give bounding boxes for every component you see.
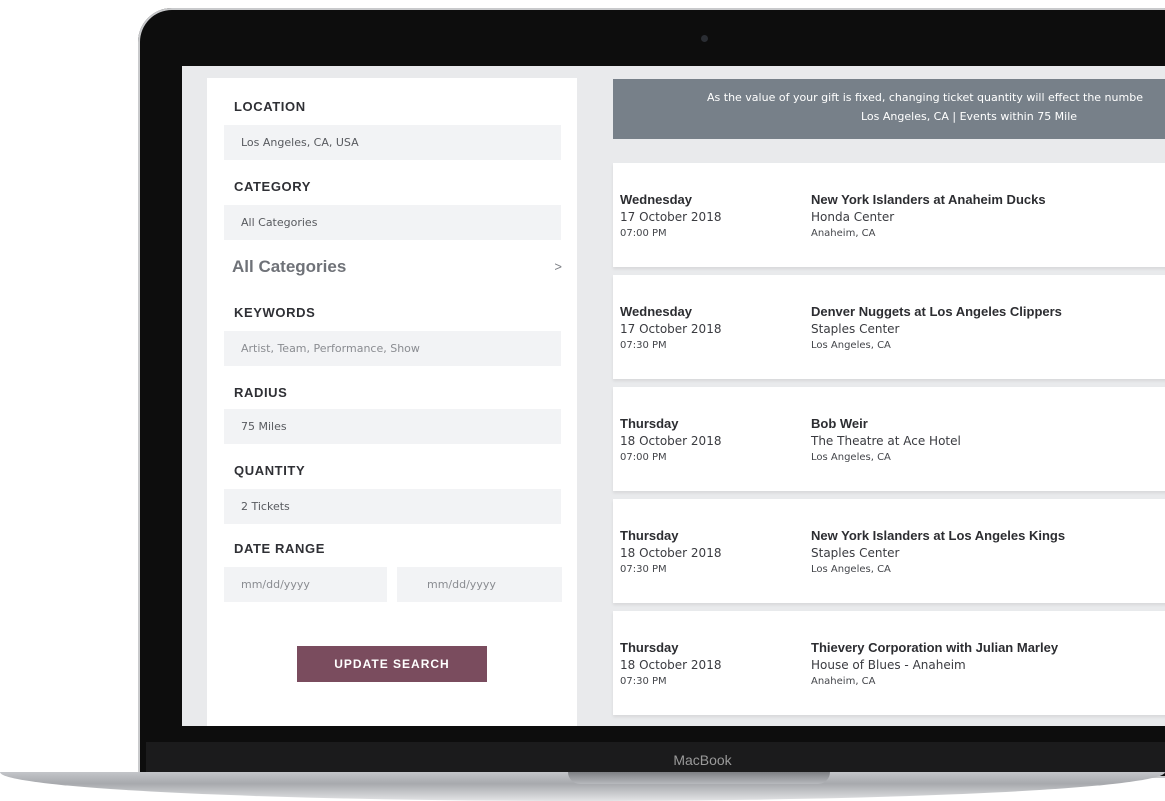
event-day: Thursday [620, 528, 679, 543]
event-city: Anaheim, CA [811, 676, 876, 687]
keywords-input[interactable]: Artist, Team, Performance, Show [224, 331, 561, 366]
banner-location-summary: Los Angeles, CA | Events within 75 Mile [861, 110, 1078, 123]
event-city: Anaheim, CA [811, 228, 876, 239]
all-categories-link[interactable]: All Categories > [232, 257, 562, 283]
event-time: 07:30 PM [620, 340, 667, 351]
info-banner: As the value of your gift is fixed, chan… [613, 79, 1165, 139]
event-time: 07:00 PM [620, 452, 667, 463]
event-name: New York Islanders at Anaheim Ducks [811, 192, 1046, 207]
keywords-label: KEYWORDS [234, 305, 316, 320]
location-field[interactable]: Los Angeles, CA, USA [224, 125, 561, 160]
event-card[interactable]: Thursday 18 October 2018 07:30 PM Thieve… [613, 611, 1165, 715]
event-card[interactable]: Wednesday 17 October 2018 07:00 PM New Y… [613, 163, 1165, 267]
laptop-chin [146, 742, 1165, 774]
all-categories-label: All Categories [232, 257, 347, 276]
device-brand-label: MacBook [673, 752, 732, 768]
event-time: 07:00 PM [620, 228, 667, 239]
event-card[interactable]: Wednesday 17 October 2018 07:30 PM Denve… [613, 275, 1165, 379]
event-name: New York Islanders at Los Angeles Kings [811, 528, 1066, 543]
event-date: 18 October 2018 [620, 434, 722, 448]
chevron-right-icon: > [554, 259, 562, 274]
quantity-label: QUANTITY [234, 463, 306, 478]
event-day: Thursday [620, 640, 679, 655]
radius-label: RADIUS [234, 385, 288, 400]
event-card[interactable]: Thursday 18 October 2018 07:00 PM Bob We… [613, 387, 1165, 491]
event-venue: House of Blues - Anaheim [811, 658, 966, 672]
event-time: 07:30 PM [620, 676, 667, 687]
event-city: Los Angeles, CA [811, 564, 891, 575]
event-date: 18 October 2018 [620, 546, 722, 560]
event-name: Thievery Corporation with Julian Marley [811, 640, 1059, 655]
event-city: Los Angeles, CA [811, 340, 891, 351]
event-day: Wednesday [620, 192, 693, 207]
event-venue: Honda Center [811, 210, 895, 224]
update-search-button[interactable]: UPDATE SEARCH [297, 646, 487, 682]
radius-select[interactable]: 75 Miles [224, 409, 561, 444]
laptop-hinge-notch [568, 772, 830, 784]
event-venue: Staples Center [811, 546, 900, 560]
category-label: CATEGORY [234, 179, 312, 194]
event-date: 17 October 2018 [620, 322, 722, 336]
event-date: 17 October 2018 [620, 210, 722, 224]
end-date-input[interactable]: mm/dd/yyyy [397, 567, 562, 602]
event-city: Los Angeles, CA [811, 452, 891, 463]
event-name: Denver Nuggets at Los Angeles Clippers [811, 304, 1062, 319]
event-day: Wednesday [620, 304, 693, 319]
date-range-label: DATE RANGE [234, 541, 325, 556]
banner-message: As the value of your gift is fixed, chan… [707, 91, 1143, 104]
search-sidebar: LOCATION Los Angeles, CA, USA CATEGORY A… [207, 78, 577, 726]
event-card[interactable]: Thursday 18 October 2018 07:30 PM New Yo… [613, 499, 1165, 603]
category-select[interactable]: All Categories [224, 205, 561, 240]
quantity-select[interactable]: 2 Tickets [224, 489, 561, 524]
event-day: Thursday [620, 416, 679, 431]
event-venue: Staples Center [811, 322, 900, 336]
start-date-input[interactable]: mm/dd/yyyy [224, 567, 387, 602]
event-date: 18 October 2018 [620, 658, 722, 672]
event-time: 07:30 PM [620, 564, 667, 575]
event-name: Bob Weir [811, 416, 868, 431]
camera-icon [701, 35, 708, 42]
location-label: LOCATION [234, 99, 306, 114]
event-venue: The Theatre at Ace Hotel [811, 434, 961, 448]
